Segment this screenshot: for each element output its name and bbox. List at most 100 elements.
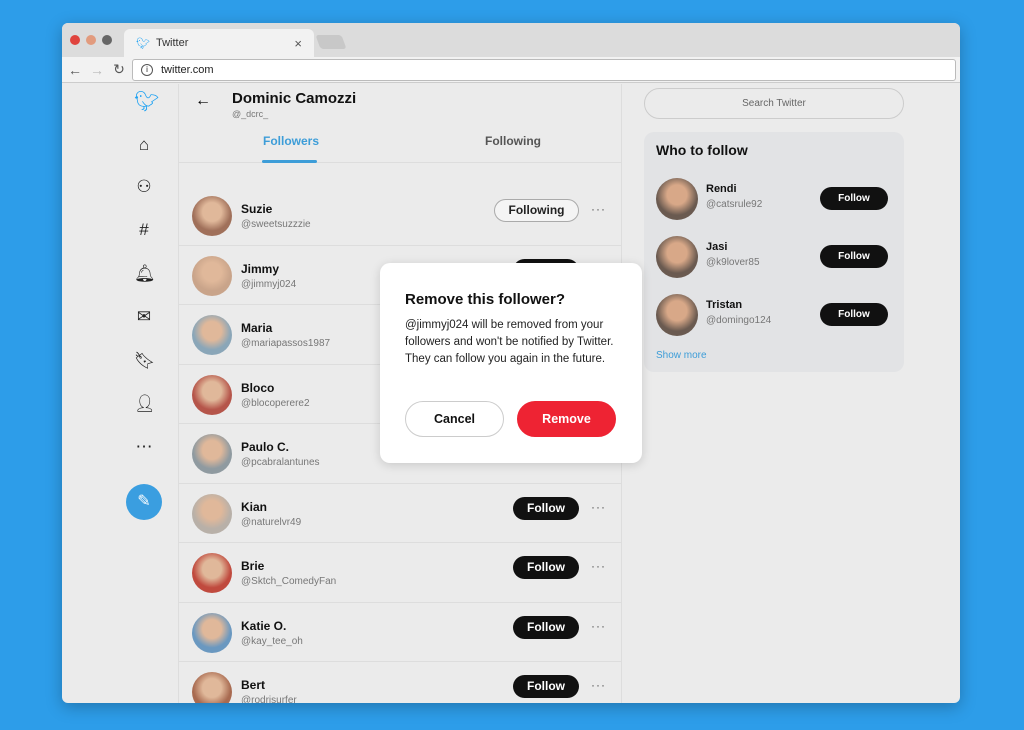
- sidebar-nav: 🐦︎ ⌂ ⚇ # 🔔︎ ✉ 🔖︎ 👤︎ ⋯ ✎: [62, 84, 178, 703]
- reload-icon[interactable]: ↻: [110, 61, 128, 78]
- follower-handle: @sweetsuzzzie: [241, 219, 311, 230]
- suggestion-row: Jasi @k9lover85 Follow: [644, 233, 904, 283]
- hashtag-icon[interactable]: #: [134, 220, 154, 240]
- more-options-icon[interactable]: ···: [591, 559, 606, 573]
- follow-button[interactable]: Follow: [513, 675, 579, 698]
- active-tab-indicator: [262, 160, 317, 163]
- dialog-body: @jimmyj024 will be removed from your fol…: [405, 319, 614, 365]
- follow-button[interactable]: Follow: [513, 556, 579, 579]
- bell-icon[interactable]: 🔔︎: [134, 264, 156, 284]
- explore-icon[interactable]: ⚇: [134, 177, 154, 197]
- follower-handle: @kay_tee_oh: [241, 635, 303, 647]
- suggestion-row: Rendi @catsrule92 Follow: [644, 175, 904, 225]
- profile-icon[interactable]: 👤︎: [134, 394, 156, 414]
- follower-handle: @jimmyj024: [241, 278, 297, 290]
- suggestion-name: Jasi: [706, 241, 728, 253]
- info-icon[interactable]: i: [141, 64, 153, 76]
- more-options-icon[interactable]: ···: [591, 619, 606, 633]
- dialog-title: Remove this follower?: [405, 291, 566, 308]
- suggestion-handle: @catsrule92: [706, 199, 763, 210]
- compose-tweet-button[interactable]: ✎: [126, 484, 162, 520]
- tab-followers[interactable]: Followers: [263, 134, 319, 148]
- new-tab-button[interactable]: [315, 35, 347, 49]
- follower-handle: @mariapassos1987: [241, 338, 331, 349]
- back-icon[interactable]: ←: [66, 62, 84, 78]
- follower-name: Kian: [241, 499, 268, 514]
- avatar[interactable]: [192, 196, 232, 236]
- who-to-follow-title: Who to follow: [656, 142, 748, 158]
- avatar[interactable]: [192, 553, 232, 593]
- remove-follower-dialog: Remove this follower? @jimmyj024 will be…: [380, 263, 642, 463]
- follow-button[interactable]: Follow: [820, 187, 888, 210]
- follower-handle: @Sktch_ComedyFan: [241, 576, 337, 587]
- home-icon[interactable]: ⌂: [134, 135, 154, 155]
- follower-handle: @naturelvr49: [241, 516, 302, 528]
- avatar[interactable]: [192, 672, 232, 703]
- url-text: twitter.com: [161, 64, 214, 76]
- avatar[interactable]: [192, 493, 232, 534]
- more-options-icon[interactable]: ···: [591, 500, 606, 514]
- more-icon[interactable]: ⋯: [134, 437, 154, 457]
- address-bar-row: ← → ↻ i twitter.com: [62, 57, 960, 83]
- avatar[interactable]: [656, 236, 698, 278]
- more-options-icon[interactable]: ···: [591, 202, 606, 216]
- suggestion-row: Tristan @domingo124 Follow: [644, 291, 904, 341]
- who-to-follow-panel: Who to follow Rendi @catsrule92 Follow J…: [644, 132, 904, 372]
- forward-icon[interactable]: →: [88, 62, 106, 78]
- follower-row[interactable]: Kian @naturelvr49 Follow ···: [179, 484, 621, 543]
- follower-row[interactable]: Bert @rodrisurfer Follow ···: [179, 662, 621, 703]
- follow-button[interactable]: Follow: [820, 303, 888, 326]
- cancel-button[interactable]: Cancel: [405, 401, 504, 437]
- show-more-link[interactable]: Show more: [656, 350, 707, 361]
- tab-following[interactable]: Following: [485, 134, 541, 148]
- follower-row[interactable]: Suzie @sweetsuzzzie Following ···: [179, 186, 621, 246]
- tabs: Followers Following: [179, 124, 621, 163]
- profile-name: Dominic Camozzi: [232, 90, 357, 107]
- browser-tab[interactable]: 🐦︎ Twitter ×: [124, 29, 314, 57]
- follower-row[interactable]: Brie @Sktch_ComedyFan Follow ···: [179, 543, 621, 603]
- profile-handle: @_dcrc_: [232, 109, 269, 119]
- bookmark-icon[interactable]: 🔖︎: [134, 351, 156, 371]
- avatar[interactable]: [192, 315, 232, 355]
- url-bar[interactable]: i twitter.com: [132, 59, 956, 81]
- follower-name: Paulo C.: [241, 440, 290, 454]
- suggestion-handle: @k9lover85: [706, 257, 760, 268]
- search-input[interactable]: Search Twitter: [644, 88, 904, 119]
- compose-icon: ✎: [137, 493, 151, 510]
- tab-close-icon[interactable]: ×: [294, 36, 302, 51]
- tab-title: Twitter: [155, 37, 189, 49]
- avatar[interactable]: [192, 434, 232, 474]
- follower-name: Suzie: [241, 202, 273, 216]
- avatar[interactable]: [656, 178, 698, 220]
- follower-handle: @blocoperere2: [241, 397, 310, 409]
- follower-name: Bert: [241, 678, 266, 692]
- minimize-window-button[interactable]: [86, 35, 96, 45]
- avatar[interactable]: [192, 255, 232, 296]
- follow-button[interactable]: Follow: [513, 496, 579, 520]
- follower-row[interactable]: Katie O. @kay_tee_oh Follow ···: [179, 603, 621, 662]
- mail-icon[interactable]: ✉: [134, 307, 154, 327]
- suggestion-name: Tristan: [706, 299, 743, 311]
- twitter-logo-icon[interactable]: 🐦︎: [134, 92, 159, 112]
- suggestion-handle: @domingo124: [706, 315, 772, 326]
- more-options-icon[interactable]: ···: [591, 678, 606, 692]
- follow-button[interactable]: Follow: [513, 615, 579, 639]
- following-button[interactable]: Following: [494, 199, 579, 222]
- avatar[interactable]: [192, 374, 232, 415]
- avatar[interactable]: [192, 612, 232, 653]
- follower-name: Brie: [241, 559, 265, 573]
- follow-button[interactable]: Follow: [820, 245, 888, 268]
- follower-name: Jimmy: [241, 261, 280, 276]
- remove-button[interactable]: Remove: [517, 401, 616, 437]
- zoom-window-button[interactable]: [102, 35, 112, 45]
- follower-name: Bloco: [241, 380, 275, 395]
- twitter-bird-icon: 🐦︎: [136, 37, 150, 50]
- avatar[interactable]: [656, 294, 698, 336]
- back-arrow-icon[interactable]: ←: [195, 92, 211, 110]
- follower-handle: @rodrisurfer: [241, 695, 297, 703]
- follower-name: Maria: [241, 321, 273, 335]
- close-window-button[interactable]: [70, 35, 80, 45]
- right-sidebar: Search Twitter Who to follow Rendi @cats…: [622, 84, 960, 703]
- tab-bar: 🐦︎ Twitter ×: [62, 23, 960, 57]
- follower-handle: @pcabralantunes: [241, 457, 320, 468]
